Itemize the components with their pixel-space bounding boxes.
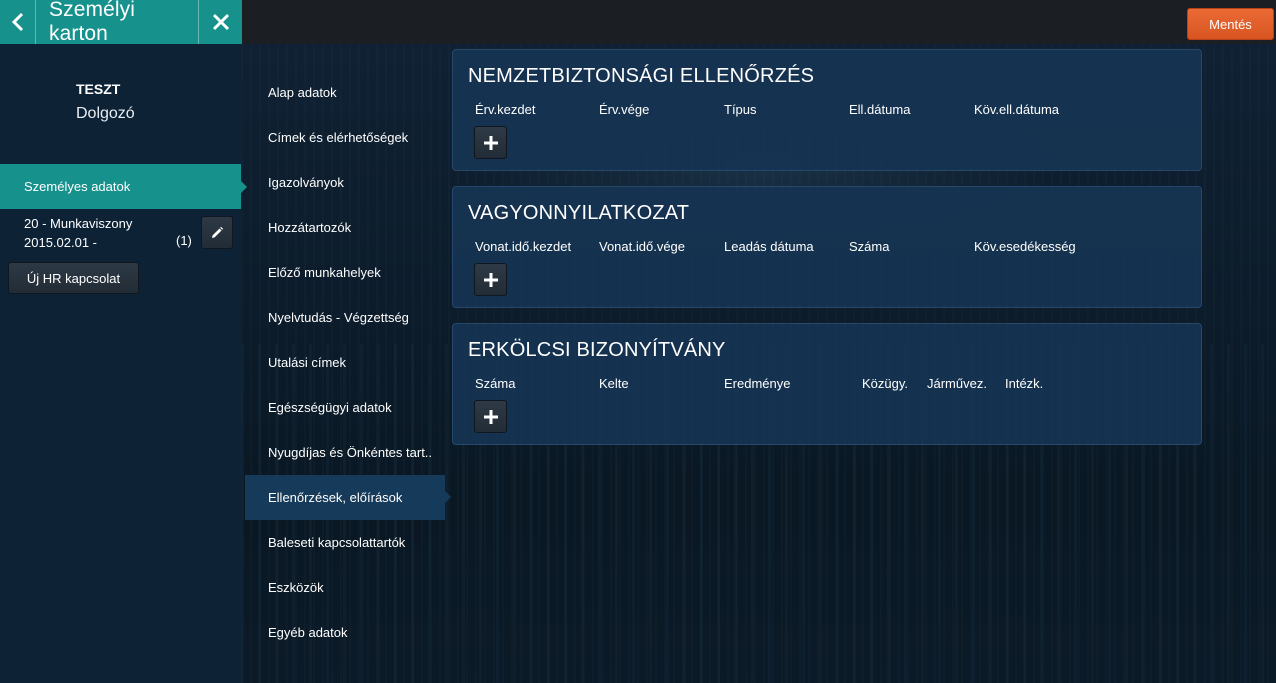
new-hr-relation-button[interactable]: Új HR kapcsolat — [8, 262, 139, 294]
column-header: Kelte — [599, 376, 629, 391]
close-button[interactable] — [198, 0, 242, 44]
column-header: Közügy. — [862, 376, 909, 391]
app-title: Személyi karton — [49, 0, 135, 45]
person-name: TESZT — [76, 81, 121, 97]
column-header: Érv.kezdet — [475, 102, 536, 117]
submenu-item-previous-jobs[interactable]: Előző munkahelyek — [245, 250, 445, 295]
column-header: Vonat.idő.vége — [599, 239, 686, 254]
submenu-item-equipment[interactable]: Eszközök — [245, 565, 445, 610]
column-header: Köv.ell.dátuma — [974, 102, 1060, 117]
submenu-item-relatives[interactable]: Hozzátartozók — [245, 205, 445, 250]
plus-icon — [483, 272, 498, 287]
criminal-record-card: ERKÖLCSI BIZONYÍTVÁNY Száma Kelte Eredmé… — [452, 323, 1202, 445]
person-role: Dolgozó — [76, 105, 135, 122]
column-header: Köv.esedékesség — [974, 239, 1076, 254]
national-security-check-card: NEMZETBIZTONSÁGI ELLENŐRZÉS Érv.kezdet É… — [452, 49, 1202, 171]
submenu-item-languages-education[interactable]: Nyelvtudás - Végzettség — [245, 295, 445, 340]
pencil-icon — [212, 226, 224, 238]
submenu-item-health-data[interactable]: Egészségügyi adatok — [245, 385, 445, 430]
add-row-button[interactable] — [474, 263, 507, 296]
add-row-button[interactable] — [474, 126, 507, 159]
column-header: Száma — [475, 376, 516, 391]
column-header: Vonat.idő.kezdet — [475, 239, 572, 254]
close-icon — [212, 13, 229, 31]
column-header: Száma — [849, 239, 890, 254]
submenu-item-emergency-contacts[interactable]: Baleseti kapcsolattartók — [245, 520, 445, 565]
card-title: ERKÖLCSI BIZONYÍTVÁNY — [468, 339, 726, 361]
nav-item-personal-data[interactable]: Személyes adatok — [0, 164, 247, 209]
employment-type: 20 - Munkaviszony — [24, 216, 133, 231]
save-button[interactable]: Mentés — [1187, 8, 1274, 40]
column-header: Típus — [724, 102, 757, 117]
card-title: NEMZETBIZTONSÁGI ELLENŐRZÉS — [468, 65, 815, 87]
asset-declaration-card: VAGYONNYILATKOZAT Vonat.idő.kezdet Vonat… — [452, 186, 1202, 308]
column-header: Leadás dátuma — [724, 239, 814, 254]
submenu-item-pension-funds[interactable]: Nyugdíjas és Önkéntes tart.. — [245, 430, 445, 475]
left-panel: TESZT Dolgozó Személyes adatok 20 - Munk… — [0, 44, 247, 683]
column-header: Járművez. — [927, 376, 987, 391]
chevron-left-icon — [11, 12, 23, 32]
add-row-button[interactable] — [474, 400, 507, 433]
column-header: Ell.dátuma — [849, 102, 911, 117]
section-submenu: Alap adatok Címek és elérhetőségek Igazo… — [245, 70, 451, 655]
column-header: Intézk. — [1005, 376, 1044, 391]
submenu-item-checks-regulations[interactable]: Ellenőrzések, előírások — [245, 475, 451, 520]
edit-employment-button[interactable] — [201, 216, 233, 249]
nav-item-label: Személyes adatok — [24, 179, 131, 194]
submenu-item-transfer-addresses[interactable]: Utalási címek — [245, 340, 445, 385]
employment-date: 2015.02.01 - — [24, 235, 98, 250]
column-header: Érv.vége — [599, 102, 650, 117]
employment-item[interactable]: 20 - Munkaviszony 2015.02.01 - — [24, 214, 132, 252]
title-block: Személyi karton — [0, 0, 242, 45]
plus-icon — [483, 135, 498, 150]
submenu-item-basic-data[interactable]: Alap adatok — [245, 70, 445, 115]
employment-count: (1) — [176, 233, 192, 248]
column-header: Eredménye — [724, 376, 791, 391]
submenu-item-other-data[interactable]: Egyéb adatok — [245, 610, 445, 655]
plus-icon — [483, 409, 498, 424]
back-button[interactable] — [0, 0, 36, 44]
card-title: VAGYONNYILATKOZAT — [468, 202, 690, 224]
submenu-item-ids[interactable]: Igazolványok — [245, 160, 445, 205]
top-bar: Személyi karton Mentés — [0, 0, 1276, 45]
submenu-item-addresses-contacts[interactable]: Címek és elérhetőségek — [245, 115, 445, 160]
